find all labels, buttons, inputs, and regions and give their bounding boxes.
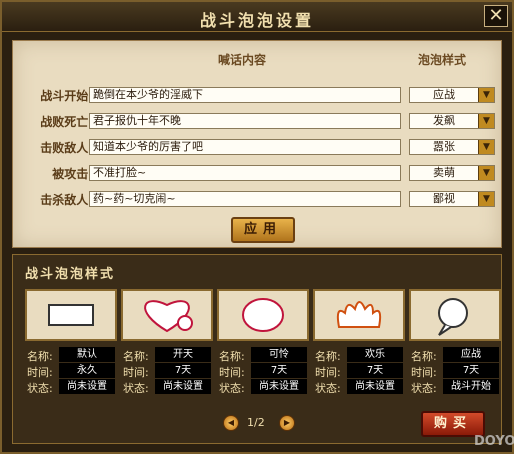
card-name: 默认 (59, 347, 115, 362)
page-indicator: 1/2 (247, 416, 265, 429)
settings-panel: 喊话内容 泡泡样式 战斗开始: 跪倒在本少爷的淫威下 应战 ▼ 战败死亡: 君子… (12, 40, 502, 248)
round-bubble-icon (217, 289, 309, 341)
chevron-down-icon[interactable]: ▼ (478, 114, 494, 128)
prev-page-button[interactable]: ◀ (223, 415, 239, 431)
kill-enemy-style-select[interactable]: 鄙视 ▼ (409, 191, 495, 207)
title-bar: 战斗泡泡设置 ✕ (2, 2, 512, 32)
card-status: 尚未设置 (155, 379, 211, 394)
close-button[interactable]: ✕ (484, 5, 508, 27)
flame-bubble-icon (313, 289, 405, 341)
section-title: 战斗泡泡样式 (25, 267, 116, 282)
rectangle-bubble-icon (25, 289, 117, 341)
chevron-down-icon[interactable]: ▼ (478, 88, 494, 102)
chevron-down-icon[interactable]: ▼ (478, 166, 494, 180)
row-label-defeat-enemy: 击败敌人: (40, 141, 93, 155)
apply-button[interactable]: 应用 (231, 217, 295, 243)
defeat-input[interactable]: 君子报仇十年不晚 (89, 113, 401, 129)
bubble-card-kelian[interactable]: 名称: 可怜 时间: 7天 状态: 尚未设置 (217, 289, 309, 395)
row-label-battle-start: 战斗开始: (40, 89, 93, 103)
card-time: 7天 (155, 363, 211, 378)
card-status: 尚未设置 (59, 379, 115, 394)
kill-enemy-style-value: 鄙视 (433, 192, 455, 205)
battle-start-input[interactable]: 跪倒在本少爷的淫威下 (89, 87, 401, 103)
card-time: 永久 (59, 363, 115, 378)
bubble-card-default[interactable]: 名称: 默认 时间: 永久 状态: 尚未设置 (25, 289, 117, 395)
next-page-button[interactable]: ▶ (279, 415, 295, 431)
card-name: 开天 (155, 347, 211, 362)
bubble-card-yingzhan[interactable]: 名称: 应战 时间: 7天 状态: 战斗开始 (409, 289, 501, 395)
heart-bubble-icon (121, 289, 213, 341)
card-name: 可怜 (251, 347, 307, 362)
bubble-card-huanle[interactable]: 名称: 欢乐 时间: 7天 状态: 尚未设置 (313, 289, 405, 395)
row-label-defeat: 战败死亡: (40, 115, 93, 129)
row-label-attacked: 被攻击: (52, 167, 93, 181)
style-header: 泡泡样式 (418, 53, 467, 67)
defeat-style-select[interactable]: 发飙 ▼ (409, 113, 495, 129)
defeat-enemy-style-value: 嚣张 (433, 140, 455, 153)
battle-start-style-value: 应战 (433, 88, 455, 101)
row-label-kill-enemy: 击杀敌人: (40, 193, 93, 207)
card-time: 7天 (443, 363, 499, 378)
defeat-enemy-style-select[interactable]: 嚣张 ▼ (409, 139, 495, 155)
content-header: 喊话内容 (218, 53, 267, 67)
card-status: 战斗开始 (443, 379, 499, 394)
card-name: 应战 (443, 347, 499, 362)
attacked-input[interactable]: 不准打脸~ (89, 165, 401, 181)
defeat-style-value: 发飙 (433, 114, 455, 127)
card-status: 尚未设置 (251, 379, 307, 394)
spiky-bubble-icon (409, 289, 501, 341)
card-time: 7天 (347, 363, 403, 378)
card-status: 尚未设置 (347, 379, 403, 394)
chevron-down-icon[interactable]: ▼ (478, 140, 494, 154)
attacked-style-select[interactable]: 卖萌 ▼ (409, 165, 495, 181)
bubble-card-kaitian[interactable]: 名称: 开天 时间: 7天 状态: 尚未设置 (121, 289, 213, 395)
card-time: 7天 (251, 363, 307, 378)
battle-start-style-select[interactable]: 应战 ▼ (409, 87, 495, 103)
chevron-down-icon[interactable]: ▼ (478, 192, 494, 206)
kill-enemy-input[interactable]: 药~药~切克闹~ (89, 191, 401, 207)
bubble-settings-window: 战斗泡泡设置 ✕ 喊话内容 泡泡样式 战斗开始: 跪倒在本少爷的淫威下 应战 ▼… (0, 0, 514, 454)
watermark-logo: DOYO (474, 434, 514, 449)
defeat-enemy-input[interactable]: 知道本少爷的厉害了吧 (89, 139, 401, 155)
window-title: 战斗泡泡设置 (199, 11, 314, 30)
bubble-style-panel: 战斗泡泡样式 名称: 默认 时间: 永久 状态: 尚未设置 名称: 开天 时间: 7天 状… (12, 254, 502, 444)
attacked-style-value: 卖萌 (433, 166, 455, 179)
card-name: 欢乐 (347, 347, 403, 362)
